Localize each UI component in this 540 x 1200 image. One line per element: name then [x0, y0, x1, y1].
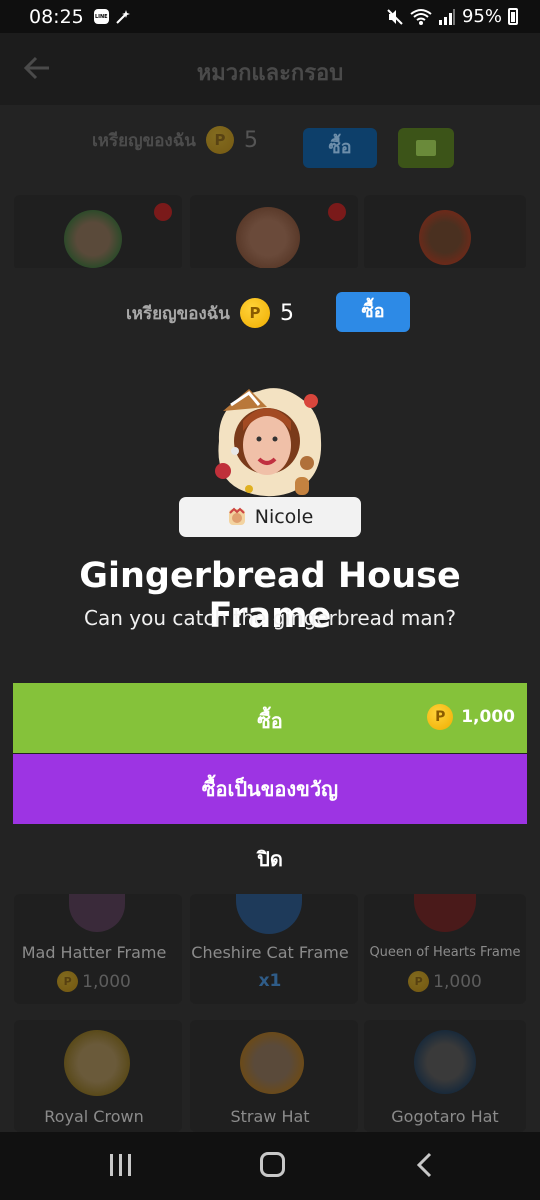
username: Nicole	[254, 506, 314, 528]
coin-icon: P	[427, 704, 454, 730]
line-app-icon: LINE	[93, 9, 109, 24]
close-button[interactable]: ปิด	[13, 824, 527, 894]
frame-thumbnail	[419, 210, 471, 265]
coin-icon: P	[408, 971, 430, 992]
status-time: 08:25	[29, 5, 84, 28]
system-navigation-bar	[0, 1132, 540, 1200]
item-quantity-value: x1	[258, 971, 282, 991]
modal-coins-bar: เหรียญของฉัน P 5	[126, 298, 294, 328]
wifi-icon	[410, 8, 432, 25]
coins-bar: เหรียญของฉัน P 5	[92, 126, 258, 154]
item-price-value: 1,000	[433, 971, 482, 992]
buy-item-price-value: 1,000	[461, 707, 515, 727]
mute-icon	[387, 8, 403, 25]
battery-icon	[508, 8, 518, 25]
system-back-icon[interactable]	[413, 1152, 437, 1178]
item-detail-modal: เหรียญของฉัน P 5 ซื้อ Nicole Gingerbread…	[13, 268, 527, 894]
hat-thumbnail	[240, 1032, 304, 1094]
status-indicators: 95%	[386, 6, 518, 27]
coin-icon: P	[57, 971, 79, 992]
hat-thumbnail	[414, 1030, 476, 1094]
item-price: P 1,000	[359, 971, 531, 992]
coins-count: 5	[243, 127, 258, 153]
screen: 08:25 LINE 95% หมวกและกรอบ เหรียญของฉัน …	[0, 0, 540, 1200]
modal-buy-coins-button[interactable]: ซื้อ	[336, 292, 410, 332]
frame-thumbnail	[69, 894, 125, 932]
frame-thumbnail	[236, 207, 300, 269]
frame-card[interactable]	[190, 195, 358, 270]
item-name: Queen of Hearts Frame	[369, 945, 521, 960]
buy-coins-button[interactable]: ซื้อ	[303, 128, 377, 168]
buy-item-price: P 1,000	[427, 704, 515, 730]
frame-thumbnail	[236, 894, 302, 934]
page-title: หมวกและกรอบ	[196, 61, 344, 86]
wallet-button[interactable]	[398, 128, 454, 168]
coin-icon: P	[239, 298, 270, 328]
item-name: Gogotaro Hat	[391, 1107, 499, 1126]
hat-thumbnail	[64, 1030, 130, 1096]
battery-percentage: 95%	[461, 6, 502, 27]
modal-coins-label: เหรียญของฉัน	[126, 303, 230, 324]
username-badge: Nicole	[179, 497, 361, 537]
item-quantity: x1	[184, 971, 356, 991]
item-name: Mad Hatter Frame	[21, 943, 167, 962]
frame-card[interactable]	[14, 195, 182, 270]
item-price-value: 1,000	[82, 971, 131, 992]
signal-icon	[438, 8, 455, 25]
buy-item-button[interactable]: ซื้อ P 1,000	[13, 683, 527, 753]
coins-label: เหรียญของฉัน	[92, 130, 196, 151]
magic-wand-icon	[116, 9, 130, 24]
frame-card[interactable]	[364, 195, 526, 270]
user-avatar-icon	[228, 507, 245, 525]
new-badge	[154, 203, 172, 221]
buy-as-gift-button[interactable]: ซื้อเป็นของขวัญ	[13, 754, 527, 824]
item-price: P 1,000	[8, 971, 180, 992]
frame-thumbnail	[414, 894, 476, 932]
modal-coins-count: 5	[279, 300, 294, 326]
coin-icon: P	[205, 126, 234, 154]
home-icon[interactable]	[260, 1152, 285, 1177]
frame-thumbnail	[64, 210, 122, 268]
status-bar: 08:25 LINE 95%	[0, 0, 540, 33]
item-description: Can you catch the gingerbread man?	[84, 606, 456, 630]
recent-apps-icon[interactable]	[110, 1154, 134, 1176]
item-name: Straw Hat	[230, 1107, 310, 1126]
status-app-icons: LINE	[93, 9, 131, 25]
item-name: Royal Crown	[44, 1107, 144, 1126]
new-badge	[328, 203, 346, 221]
item-name: Cheshire Cat Frame	[191, 943, 349, 962]
gingerbread-frame-preview	[215, 388, 322, 497]
app-header: หมวกและกรอบ	[0, 33, 540, 105]
